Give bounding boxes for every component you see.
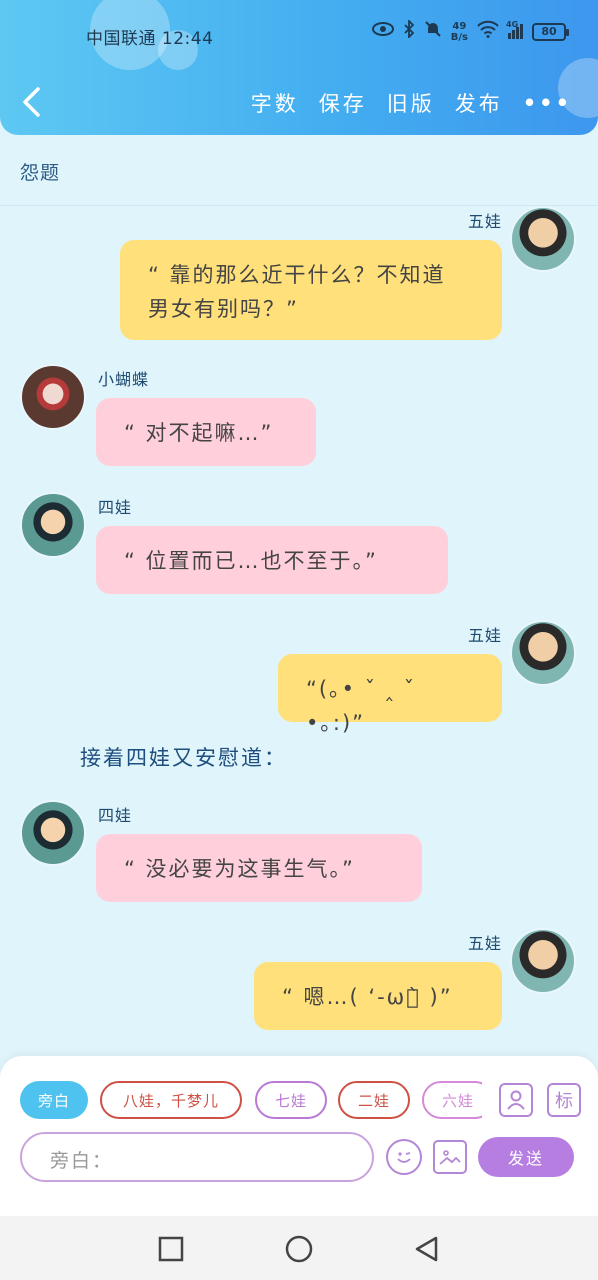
wuwa-avatar[interactable] — [510, 620, 576, 686]
role-chip[interactable]: 八娃，千梦儿 — [100, 1081, 242, 1119]
bluetooth-icon — [403, 18, 415, 43]
message-bubble[interactable]: “(｡• ˇ ‸ ˇ •｡:)” — [278, 654, 502, 735]
triangle-back-icon — [415, 1236, 438, 1262]
speaker-name: 五娃 — [467, 212, 502, 231]
tag-button[interactable]: 标 — [547, 1083, 581, 1117]
siwa-avatar[interactable] — [20, 800, 86, 866]
message-bubble[interactable]: “ 嗯…( ‘-ωก̀ )” — [254, 962, 502, 1030]
old-version-button[interactable]: 旧版 — [387, 88, 435, 118]
speaker-name: 四娃 — [98, 498, 133, 517]
emoji-icon[interactable] — [386, 1139, 422, 1175]
role-chip[interactable]: 二娃 — [338, 1081, 410, 1119]
eye-icon — [371, 21, 394, 42]
narration-text[interactable]: 接着四娃又安慰道： — [80, 742, 287, 772]
image-icon[interactable] — [433, 1140, 467, 1174]
net-speed: 49 B/s — [450, 20, 468, 43]
siwa-avatar[interactable] — [20, 492, 86, 558]
chapter-title[interactable]: 怨题 — [20, 158, 60, 185]
message-bubble[interactable]: “ 对不起嘛…” — [96, 398, 316, 466]
recent-apps-button[interactable] — [156, 1234, 186, 1264]
home-button[interactable] — [284, 1234, 314, 1264]
signal-icon: 4G — [506, 20, 523, 39]
role-chip[interactable]: 六娃 — [422, 1081, 482, 1119]
message-bubble[interactable]: “ 位置而已…也不至于。” — [96, 526, 448, 594]
wuwa-avatar[interactable] — [510, 206, 576, 272]
speaker-name: 小蝴蝶 — [98, 370, 150, 389]
butterfly-avatar[interactable] — [20, 364, 86, 430]
save-button[interactable]: 保存 — [319, 88, 367, 118]
send-button[interactable]: 发送 — [478, 1137, 574, 1177]
person-icon[interactable] — [499, 1083, 533, 1117]
word-count-button[interactable]: 字数 — [251, 88, 299, 118]
narration-input[interactable]: 旁白： — [20, 1132, 374, 1182]
role-chip[interactable]: 七娃 — [255, 1081, 327, 1119]
system-navigation-bar — [0, 1216, 598, 1280]
carrier-time: 中国联通 12:44 — [86, 29, 214, 49]
mute-bell-icon — [424, 20, 442, 43]
more-options-button[interactable]: ••• — [523, 91, 572, 115]
back-button[interactable] — [20, 86, 50, 120]
message-bubble[interactable]: “ 没必要为这事生气。” — [96, 834, 422, 902]
speaker-name: 四娃 — [98, 806, 133, 825]
battery-icon: 80 — [532, 22, 569, 41]
publish-button[interactable]: 发布 — [455, 88, 503, 118]
chevron-left-icon — [23, 87, 40, 117]
divider — [0, 205, 598, 206]
composer-panel: 旁白 八娃，千梦儿 七娃 二娃 六娃 标 旁白： 发送 — [0, 1056, 598, 1216]
role-chip-narrator[interactable]: 旁白 — [20, 1081, 88, 1119]
role-selector: 旁白 八娃，千梦儿 七娃 二娃 六娃 — [20, 1081, 482, 1119]
wuwa-avatar[interactable] — [510, 928, 576, 994]
square-icon — [158, 1236, 184, 1262]
speaker-name: 五娃 — [467, 934, 502, 953]
status-bar: 中国联通 12:44 49 B/s 4G 80 — [0, 0, 598, 68]
back-nav-button[interactable] — [412, 1234, 442, 1264]
message-bubble[interactable]: “ 靠的那么近干什么？不知道 男女有别吗？” — [120, 240, 502, 340]
wifi-icon — [477, 20, 499, 43]
speaker-name: 五娃 — [467, 626, 502, 645]
app-header: 中国联通 12:44 49 B/s 4G 80 字数 保存 旧版 发布 ••• — [0, 0, 598, 135]
circle-icon — [285, 1235, 313, 1263]
